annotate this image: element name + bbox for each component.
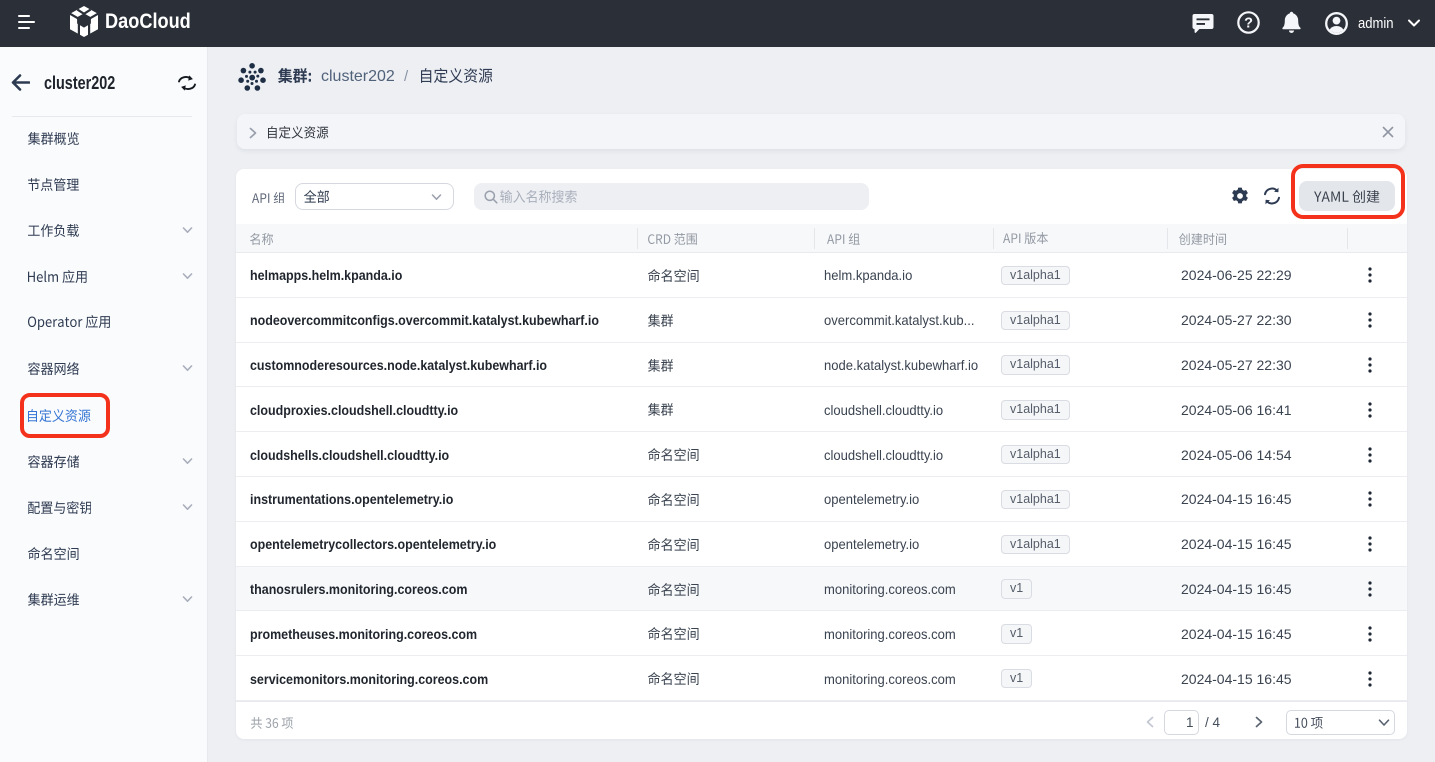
svg-text:?: ? bbox=[1244, 15, 1253, 31]
